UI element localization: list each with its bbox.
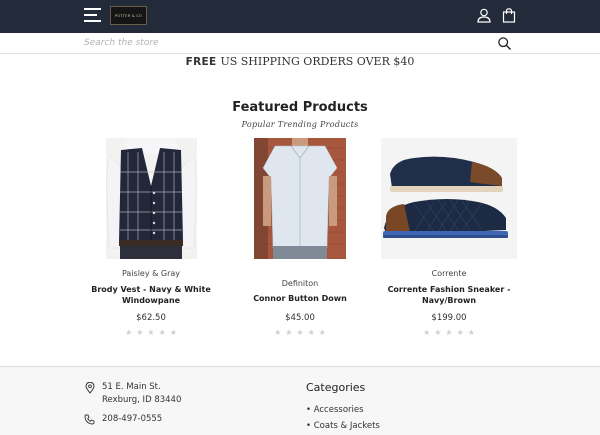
- featured-products-title: Featured Products: [232, 100, 368, 115]
- product-name-line2: Navy/Brown: [421, 295, 477, 305]
- product-name-line1: Brody Vest - Navy & White: [91, 285, 211, 294]
- star-icon: ★: [423, 328, 431, 337]
- star-icon: ★: [169, 328, 177, 337]
- star-icon: ★: [147, 328, 155, 337]
- product-image-shirt[interactable]: [225, 138, 375, 260]
- top-navigation-bar: POTTER & CO: [0, 0, 600, 33]
- promo-bold-text: FREE: [185, 56, 217, 68]
- category-label: Accessories: [313, 405, 364, 415]
- star-icon: ★: [456, 328, 464, 337]
- star-icon: ★: [307, 327, 315, 337]
- address-line2: Rexburg, ID 83440: [102, 395, 182, 405]
- category-link-accessories[interactable]: • Accessories: [306, 405, 364, 415]
- search-icon[interactable]: [497, 36, 512, 51]
- shopping-bag-icon[interactable]: [502, 8, 516, 23]
- search-input[interactable]: [84, 35, 464, 51]
- featured-products-subtitle: Popular Trending Products: [241, 120, 359, 129]
- star-icon: ★: [158, 328, 166, 337]
- product-name-line1: Connor Button Down: [253, 294, 347, 303]
- product-name[interactable]: Connor Button Down: [225, 294, 375, 305]
- promo-text: US SHIPPING ORDERS OVER $40: [220, 55, 415, 68]
- hamburger-menu-icon[interactable]: [84, 8, 101, 23]
- product-card[interactable]: Definiton Connor Button Down $45.00 ★ ★ ★ ★…: [225, 138, 375, 337]
- address-line1: 51 E. Main St.: [102, 382, 161, 392]
- product-price: $45.00: [285, 312, 315, 323]
- store-logo[interactable]: POTTER & CO: [110, 6, 147, 25]
- product-name-line2: Windowpane: [121, 295, 181, 305]
- category-link-coats-jackets[interactable]: • Coats & Jackets: [306, 421, 380, 431]
- product-price: $62.50: [136, 313, 166, 323]
- product-card[interactable]: Paisley & Gray Brody Vest - Navy & White…: [76, 138, 226, 337]
- product-name-line1: Corrente Fashion Sneaker -: [387, 285, 511, 294]
- shipping-promo-banner: FREE US SHIPPING ORDERS OVER $40: [0, 55, 600, 68]
- product-image-vest[interactable]: [76, 138, 226, 260]
- star-icon: ★: [434, 328, 442, 337]
- product-image-sneakers[interactable]: [374, 138, 524, 260]
- product-brand: Definiton: [281, 279, 319, 288]
- user-icon[interactable]: [477, 8, 491, 23]
- star-icon: ★: [467, 328, 475, 337]
- search-bar: [0, 33, 600, 54]
- product-brand: Corrente: [431, 269, 467, 278]
- star-icon: ★: [285, 327, 293, 337]
- categories-heading: Categories: [306, 381, 366, 394]
- star-icon: ★: [445, 328, 453, 337]
- rating-stars: ★ ★ ★ ★ ★: [76, 329, 226, 337]
- category-label: Coats & Jackets: [313, 421, 380, 431]
- product-card[interactable]: Corrente Corrente Fashion Sneaker - Navy…: [374, 138, 524, 337]
- rating-stars: ★ ★ ★ ★ ★: [225, 327, 375, 337]
- star-icon: ★: [318, 327, 326, 337]
- star-icon: ★: [136, 328, 144, 337]
- product-name[interactable]: Corrente Fashion Sneaker - Navy/Brown: [374, 285, 524, 306]
- phone-number[interactable]: 208-497-0555: [102, 414, 162, 424]
- map-pin-icon: [85, 382, 95, 394]
- product-brand: Paisley & Gray: [121, 269, 181, 278]
- phone-icon: [84, 414, 95, 425]
- star-icon: ★: [125, 328, 133, 337]
- product-name[interactable]: Brody Vest - Navy & White Windowpane: [76, 285, 226, 306]
- product-price: $199.00: [431, 313, 467, 323]
- logo-text: POTTER & CO: [114, 13, 143, 18]
- star-icon: ★: [296, 327, 304, 337]
- rating-stars: ★ ★ ★ ★ ★: [374, 329, 524, 337]
- star-icon: ★: [274, 327, 282, 337]
